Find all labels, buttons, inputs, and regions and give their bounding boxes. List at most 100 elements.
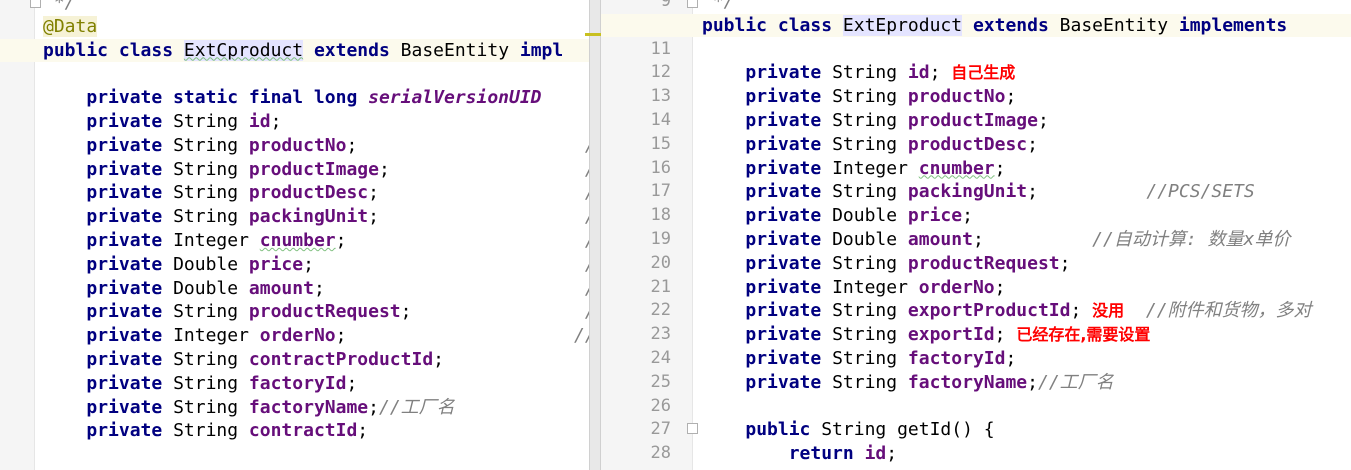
code-line[interactable]: */	[601, 0, 1351, 13]
code-line[interactable]	[0, 62, 589, 85]
punctuation: ;	[433, 349, 444, 370]
punctuation: ;	[1027, 371, 1038, 393]
field-line[interactable]: private Double price; //单价	[0, 253, 589, 276]
keyword: private	[86, 420, 174, 442]
field-line[interactable]: private String packingUnit; // 包装	[0, 205, 589, 228]
code-text: private String productDesc;	[702, 133, 1038, 156]
type-name: String	[832, 110, 908, 131]
method-line[interactable]: public String getId() {	[601, 418, 1351, 441]
punctuation: ;	[1005, 86, 1017, 108]
keyword: private	[745, 276, 833, 298]
field-line[interactable]: private String productNo;	[601, 85, 1351, 108]
field-line[interactable]: private static final long serialVersionU…	[0, 86, 589, 109]
field-line[interactable]: private String id; 自己生成	[601, 61, 1351, 84]
punctuation: ;	[1070, 300, 1082, 322]
field-line[interactable]: private Integer orderNo;	[601, 276, 1351, 299]
field-line[interactable]: private Double price;	[601, 204, 1351, 227]
field-line[interactable]: private String exportProductId; 没用 //附件和…	[601, 299, 1351, 322]
code-text: */	[702, 0, 735, 13]
field-name: id	[907, 62, 930, 84]
code-line[interactable]: @Data	[0, 15, 589, 38]
field-line[interactable]: private String productImage;	[601, 109, 1351, 132]
type-name: Double	[832, 229, 908, 250]
field-line[interactable]: private String packingUnit; //PCS/SETS	[601, 180, 1351, 203]
class-declaration-line[interactable]: public class ExtEproduct extends BaseEnt…	[601, 13, 1351, 37]
punctuation: ;	[346, 372, 358, 394]
keyword: private	[745, 110, 833, 131]
code-line[interactable]	[601, 38, 1351, 61]
field-name: factoryId	[248, 372, 347, 394]
field-line[interactable]: private Double amount; //总金额	[0, 277, 589, 300]
punctuation: ;	[1005, 348, 1017, 369]
field-line[interactable]: private String factoryId;	[601, 347, 1351, 370]
code-text: private String contractId;	[43, 419, 368, 442]
field-line[interactable]: private String productDesc;	[601, 133, 1351, 156]
field-line[interactable]: private String id;	[0, 110, 589, 133]
code-line[interactable]: return id;	[601, 442, 1351, 465]
field-line[interactable]: private Integer cnumber;	[601, 157, 1351, 180]
field-line[interactable]: private String factoryId;	[0, 372, 589, 395]
code-text: private String exportProductId; 没用 //附件和…	[702, 299, 1311, 322]
field-line[interactable]: private String productRequest; //要求	[0, 300, 589, 323]
right-editor-pane[interactable]: 910111213141516171819202122232425262728 …	[601, 0, 1351, 470]
code-text: private String factoryId;	[43, 372, 357, 395]
keyword: extends	[962, 14, 1060, 36]
field-line[interactable]: private String factoryName;//工厂名	[0, 396, 589, 419]
field-line[interactable]: private String contractId;	[0, 419, 589, 442]
field-line[interactable]: private String productNo; //产品号	[0, 134, 589, 157]
type-name: Integer	[173, 230, 260, 251]
type-name: String	[173, 420, 249, 442]
type-name: String	[832, 324, 908, 346]
field-name: packingUnit	[907, 181, 1028, 203]
field-line[interactable]: private String productImage; //图片	[0, 158, 589, 181]
keyword: implements	[1168, 14, 1288, 36]
type-name: Double	[173, 253, 249, 275]
class-name: ExtEproduct	[842, 14, 963, 36]
field-name: productNo	[248, 134, 347, 156]
keyword: private	[86, 325, 174, 347]
annotation-note: 已经存在,需要设置	[1016, 325, 1151, 345]
field-name: price	[907, 205, 963, 227]
code-line[interactable]: */	[0, 0, 589, 14]
field-name: serialVersionUID	[368, 87, 542, 109]
field-name: orderNo	[918, 276, 995, 298]
code-text: return id;	[702, 442, 897, 465]
split-divider[interactable]	[589, 0, 601, 470]
field-name: productRequest	[248, 301, 401, 323]
punctuation: ;	[270, 111, 282, 132]
punctuation: ;	[335, 230, 585, 251]
punctuation: ;	[368, 206, 585, 228]
field-line[interactable]: private String productDesc; //产品描	[0, 181, 589, 204]
keyword: private	[745, 252, 833, 274]
punctuation: ;	[1027, 181, 1038, 203]
keyword: private static final long	[86, 87, 369, 109]
field-line[interactable]: private String exportId; 已经存在,需要设置	[601, 323, 1351, 346]
field-line[interactable]: private String factoryName;//工厂名	[601, 371, 1351, 394]
field-name: exportId	[907, 324, 995, 346]
field-name: factoryName	[907, 371, 1028, 393]
left-editor-pane[interactable]: */ @Data public class ExtCproduct extends …	[0, 0, 589, 470]
type-name: String	[173, 158, 249, 180]
code-line[interactable]	[601, 395, 1351, 418]
field-line[interactable]: private Integer cnumber; //数量	[0, 229, 589, 252]
keyword: private	[86, 206, 174, 228]
keyword: private	[86, 253, 174, 275]
field-line[interactable]: private String contractProductId;	[0, 348, 589, 371]
class-declaration-line[interactable]: public class ExtCproduct extends BaseEnt…	[0, 38, 589, 62]
code-text: public class ExtEproduct extends BaseEnt…	[702, 14, 1287, 37]
field-name: amount	[907, 229, 973, 250]
field-name: cnumber	[918, 157, 995, 179]
field-line[interactable]: private Integer orderNo; //排序号	[0, 324, 589, 347]
field-line[interactable]: private String productRequest;	[601, 252, 1351, 275]
field-line[interactable]: private Double amount; //自动计算: 数量x单价	[601, 228, 1351, 251]
punctuation: ;	[1037, 110, 1049, 131]
type-name: String	[832, 348, 908, 369]
